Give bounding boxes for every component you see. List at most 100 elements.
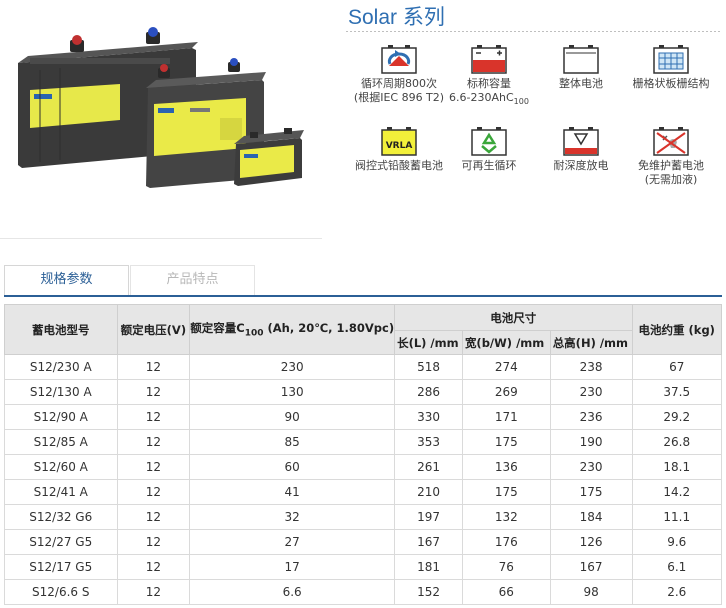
feature-grid: 循环周期800次 (根据IEC 896 T2) 标称容量 6.6-230AhC1… [343, 40, 726, 240]
feature-maintenance-free: 免维护蓄电池 (无需加液) [623, 126, 719, 187]
cell-length: 181 [394, 554, 463, 580]
header-capacity-prefix: 额定容量C [190, 321, 245, 336]
table-header-row: 蓄电池型号 额定电压(V) 额定容量C100 (Ah, 20℃, 1.80Vpc… [4, 304, 723, 355]
cell-model: S12/85 A [4, 429, 118, 455]
cell-width: 132 [461, 504, 551, 530]
cell-model: S12/130 A [4, 379, 118, 405]
table-row: S12/6.6 S 12 6.6 152 66 98 2.6 [4, 579, 723, 605]
feature-label: 标称容量 [467, 77, 511, 90]
recycle-icon [471, 127, 507, 156]
cell-model: S12/60 A [4, 454, 118, 480]
cell-capacity: 17 [189, 554, 396, 580]
cell-width: 176 [461, 529, 551, 555]
vrla-icon: VRLA [381, 127, 417, 156]
capacity-subscript: 100 [513, 97, 529, 107]
deep-discharge-icon [563, 127, 599, 156]
feature-grid-plate: 栅格状板栅结构 [623, 44, 719, 91]
table-row: S12/60 A 12 60 261 136 230 18.1 [4, 454, 723, 480]
cycle-life-icon [381, 45, 417, 74]
feature-deep-discharge: 耐深度放电 [533, 126, 629, 173]
table-row: S12/32 G6 12 32 197 132 184 11.1 [4, 504, 723, 530]
cell-capacity: 85 [189, 429, 396, 455]
small-battery-image [234, 128, 304, 186]
cell-weight: 29.2 [631, 404, 723, 430]
tab-specifications[interactable]: 规格参数 [4, 265, 129, 295]
cell-voltage: 12 [116, 554, 191, 580]
table-row: S12/90 A 12 90 330 171 236 29.2 [4, 404, 723, 430]
header-dimensions: 电池尺寸 [394, 304, 633, 331]
cell-model: S12/32 G6 [4, 504, 118, 530]
cell-length: 167 [394, 529, 463, 555]
feature-capacity: 标称容量 6.6-230AhC100 [441, 44, 537, 109]
table-row: S12/85 A 12 85 353 175 190 26.8 [4, 429, 723, 455]
cell-voltage: 12 [116, 404, 191, 430]
feature-label: 栅格状板栅结构 [632, 77, 710, 90]
cell-voltage: 12 [116, 529, 191, 555]
tab-bar: 规格参数 产品特点 [4, 265, 722, 297]
vrla-icon-text: VRLA [386, 141, 413, 151]
cell-width: 136 [461, 454, 551, 480]
cell-height: 238 [549, 354, 633, 380]
cell-length: 353 [394, 429, 463, 455]
cell-height: 236 [549, 404, 633, 430]
cell-capacity: 41 [189, 479, 396, 505]
cell-model: S12/90 A [4, 404, 118, 430]
cell-length: 261 [394, 454, 463, 480]
cell-width: 175 [461, 479, 551, 505]
table-row: S12/17 G5 12 17 181 76 167 6.1 [4, 554, 723, 580]
maintenance-free-icon [653, 127, 689, 156]
cell-width: 269 [461, 379, 551, 405]
cell-model: S12/41 A [4, 479, 118, 505]
cell-voltage: 12 [116, 504, 191, 530]
feature-label: 循环周期800次 [361, 77, 437, 90]
cell-height: 167 [549, 554, 633, 580]
header-capacity: 额定容量C100 (Ah, 20℃, 1.80Vpc) [189, 304, 396, 355]
cell-height: 98 [549, 579, 633, 605]
feature-label: (无需加液) [644, 173, 698, 186]
header-weight: 电池约重 (kg) [631, 304, 723, 355]
grid-plate-icon [653, 45, 689, 74]
product-photo [0, 0, 322, 240]
cell-capacity: 32 [189, 504, 396, 530]
table-row: S12/41 A 12 41 210 175 175 14.2 [4, 479, 723, 505]
cell-width: 66 [461, 579, 551, 605]
cell-length: 210 [394, 479, 463, 505]
header-height: 总高(H) /mm [549, 330, 633, 355]
cell-capacity: 6.6 [189, 579, 396, 605]
feature-label: 阀控式铅酸蓄电池 [355, 159, 443, 172]
cell-voltage: 12 [116, 429, 191, 455]
feature-recycle: 可再生循环 [441, 126, 537, 173]
cell-capacity: 130 [189, 379, 396, 405]
capacity-icon [471, 45, 507, 74]
cell-voltage: 12 [116, 379, 191, 405]
feature-label: 整体电池 [559, 77, 603, 90]
cell-weight: 67 [631, 354, 723, 380]
table-row: S12/27 G5 12 27 167 176 126 9.6 [4, 529, 723, 555]
cell-model: S12/27 G5 [4, 529, 118, 555]
table-row: S12/130 A 12 130 286 269 230 37.5 [4, 379, 723, 405]
cell-capacity: 27 [189, 529, 396, 555]
cell-height: 190 [549, 429, 633, 455]
cell-length: 197 [394, 504, 463, 530]
feature-cycle-life: 循环周期800次 (根据IEC 896 T2) [351, 44, 447, 105]
capacity-range: 6.6-230AhC [449, 91, 514, 104]
feature-label: 免维护蓄电池 [638, 159, 704, 172]
spec-table: 蓄电池型号 额定电压(V) 额定容量C100 (Ah, 20℃, 1.80Vpc… [4, 304, 723, 605]
cell-height: 230 [549, 454, 633, 480]
cell-height: 184 [549, 504, 633, 530]
table-row: S12/230 A 12 230 518 274 238 67 [4, 354, 723, 380]
feature-label: 耐深度放电 [553, 159, 609, 172]
cell-capacity: 60 [189, 454, 396, 480]
cell-height: 230 [549, 379, 633, 405]
series-title: Solar 系列 [348, 6, 445, 29]
cell-weight: 26.8 [631, 429, 723, 455]
monoblock-icon [563, 45, 599, 74]
feature-label: (根据IEC 896 T2) [353, 91, 445, 104]
cell-length: 330 [394, 404, 463, 430]
cell-length: 152 [394, 579, 463, 605]
feature-vrla: VRLA 阀控式铅酸蓄电池 [351, 126, 447, 173]
feature-label: 6.6-230AhC100 [441, 91, 537, 109]
cell-voltage: 12 [116, 579, 191, 605]
cell-width: 274 [461, 354, 551, 380]
tab-product-features[interactable]: 产品特点 [130, 265, 255, 295]
